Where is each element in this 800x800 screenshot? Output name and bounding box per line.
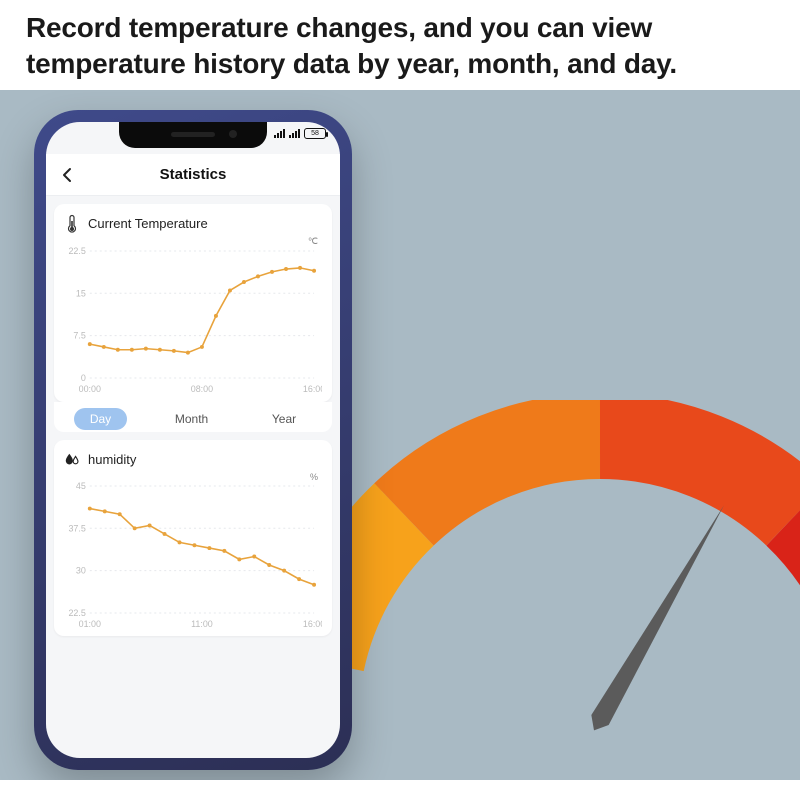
signal-icon-2	[289, 129, 300, 138]
tab-day[interactable]: Day	[74, 408, 127, 430]
temperature-chart: 22.5 15 7.5 000:00 08:00 16:00	[64, 247, 322, 396]
svg-text:45: 45	[76, 482, 86, 491]
svg-text:0: 0	[81, 373, 86, 383]
gauge-seg-2	[404, 436, 600, 514]
signal-icon	[274, 129, 285, 138]
gauge-seg-3	[600, 436, 796, 514]
gauge-seg-4	[796, 514, 800, 662]
svg-text:22.5: 22.5	[68, 247, 85, 256]
svg-text:16:00: 16:00	[303, 384, 322, 394]
hero-area: 58 Statistics Current Temperature	[0, 90, 800, 780]
range-tabs: Day Month Year	[54, 402, 332, 432]
svg-text:22.5: 22.5	[68, 607, 85, 617]
svg-text:16:00: 16:00	[303, 618, 322, 628]
phone-screen: 58 Statistics Current Temperature	[46, 122, 340, 758]
navbar-title: Statistics	[160, 166, 227, 183]
page-headline: Record temperature changes, and you can …	[0, 0, 800, 90]
gauge-graphic	[280, 400, 800, 780]
chevron-left-icon	[61, 167, 73, 183]
gauge-needle	[585, 500, 732, 735]
phone-notch	[119, 122, 267, 148]
battery-icon: 58	[304, 128, 326, 139]
temperature-card: Current Temperature ℃ 22.5 15 7.5 000:00 08:…	[54, 204, 332, 402]
battery-text: 58	[311, 130, 319, 137]
svg-text:01:00: 01:00	[79, 618, 101, 628]
svg-text:7.5: 7.5	[73, 330, 85, 340]
temperature-card-title: Current Temperature	[88, 216, 208, 231]
svg-text:30: 30	[76, 565, 86, 575]
tab-month[interactable]: Month	[159, 408, 224, 430]
humidity-unit-label: %	[64, 472, 322, 482]
svg-text:15: 15	[76, 288, 86, 298]
temperature-unit-label: ℃	[64, 236, 322, 247]
humidity-card: humidity % 45 37.5 30 22.501:00 11:00 16:00	[54, 440, 332, 637]
tab-year[interactable]: Year	[256, 408, 312, 430]
phone-frame: 58 Statistics Current Temperature	[34, 110, 352, 770]
humidity-icon	[64, 450, 80, 470]
humidity-card-title: humidity	[88, 452, 136, 467]
svg-text:11:00: 11:00	[191, 618, 213, 628]
status-bar: 58	[274, 128, 326, 139]
app-navbar: Statistics	[46, 154, 340, 196]
svg-text:00:00: 00:00	[79, 384, 101, 394]
thermometer-icon	[64, 214, 80, 234]
humidity-chart: 45 37.5 30 22.501:00 11:00 16:00	[64, 482, 322, 631]
svg-text:37.5: 37.5	[68, 523, 85, 533]
svg-text:08:00: 08:00	[191, 384, 213, 394]
back-button[interactable]	[56, 164, 78, 186]
